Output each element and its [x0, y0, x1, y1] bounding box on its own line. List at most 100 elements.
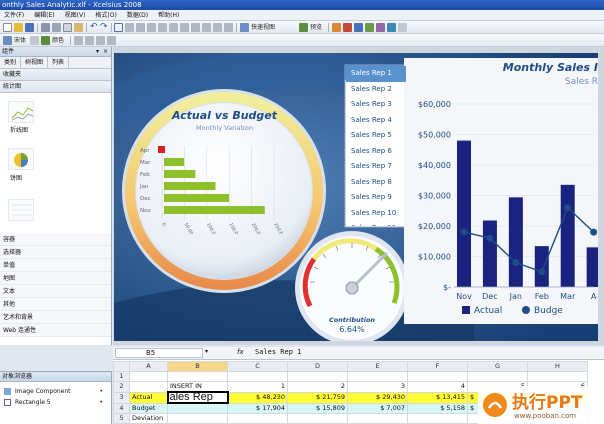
menu-file[interactable]: 文件(F)	[0, 10, 30, 21]
sales-rep-item[interactable]: Sales Rep 1	[346, 66, 406, 82]
quick-view-button[interactable]: 快速视图	[251, 22, 275, 33]
sales-rep-item[interactable]: Sales Rep 6	[346, 144, 406, 160]
cell[interactable]	[467, 371, 528, 382]
column-header[interactable]: E	[347, 361, 408, 372]
corner-cell[interactable]	[113, 361, 130, 372]
cell[interactable]	[407, 371, 468, 382]
column-header[interactable]: C	[227, 361, 288, 372]
redo-icon[interactable]: ↷	[100, 23, 109, 32]
sales-rep-item[interactable]: Sales Rep 3	[346, 97, 406, 113]
align-bottom-icon[interactable]	[180, 23, 189, 32]
pie-chart-thumbnail[interactable]	[8, 148, 34, 170]
column-header[interactable]: F	[407, 361, 468, 372]
copy-icon[interactable]	[63, 23, 72, 32]
cell[interactable]	[347, 371, 408, 382]
category-art-background[interactable]: 艺术和背景	[0, 311, 111, 324]
column-chart-thumbnail[interactable]	[8, 199, 34, 221]
align-middle-icon[interactable]	[169, 23, 178, 32]
cell[interactable]: $ 5,158	[407, 402, 468, 414]
sales-rep-item[interactable]: Sales Rep 7	[346, 159, 406, 175]
sales-rep-list[interactable]: Sales Rep 1 Sales Rep 2 Sales Rep 3 Sales R…	[346, 66, 406, 226]
export-excel-icon[interactable]	[365, 23, 374, 32]
object-item[interactable]: Image Component •	[0, 386, 111, 397]
cell[interactable]: Budget	[129, 402, 168, 414]
cell[interactable]: Deviation	[129, 412, 168, 424]
align-left-icon[interactable]	[125, 23, 134, 32]
new-icon[interactable]	[3, 23, 12, 32]
tab-list[interactable]: 列表	[48, 57, 70, 69]
distribute-icon[interactable]	[191, 23, 200, 32]
align-center-icon[interactable]	[136, 23, 145, 32]
column-header[interactable]: G	[467, 361, 528, 372]
menu-data[interactable]: 数据(D)	[123, 10, 154, 21]
visibility-icon[interactable]: •	[99, 397, 103, 408]
column-header[interactable]: B	[167, 361, 228, 372]
cell[interactable]	[287, 412, 348, 424]
save-icon[interactable]	[25, 23, 34, 32]
same-width-icon[interactable]	[202, 23, 211, 32]
cell[interactable]	[167, 402, 228, 414]
quick-view-icon[interactable]	[240, 23, 249, 32]
column-header[interactable]: D	[287, 361, 348, 372]
sales-rep-item[interactable]: Sales Rep 4	[346, 113, 406, 129]
cell[interactable]: $ 17,904	[227, 402, 288, 414]
pin-icon[interactable]: ▾	[96, 47, 99, 57]
format-label[interactable]: 颜色	[52, 35, 64, 46]
sales-rep-item[interactable]: Sales Rep 10	[346, 206, 406, 222]
active-cell-editor[interactable]: ales Rep	[166, 391, 229, 404]
tab-category[interactable]: 类别	[0, 57, 22, 69]
pointer-icon[interactable]	[114, 23, 123, 32]
row-header[interactable]: 4	[113, 402, 130, 414]
preview-icon[interactable]	[299, 23, 308, 32]
cell[interactable]: 1	[227, 381, 288, 393]
function-icon[interactable]: fx	[237, 348, 244, 356]
cell[interactable]	[407, 412, 468, 424]
cell[interactable]: $ 29,430	[347, 391, 408, 404]
undo-icon[interactable]: ↶	[90, 23, 99, 32]
row-header[interactable]: 1	[113, 371, 130, 382]
cell[interactable]	[167, 371, 228, 382]
export-flash-icon[interactable]	[376, 23, 385, 32]
category-selectors[interactable]: 选择器	[0, 246, 111, 259]
cell[interactable]: $ 21,759	[287, 391, 348, 404]
line-chart-thumbnail[interactable]	[8, 101, 34, 123]
cell[interactable]	[227, 412, 288, 424]
cell[interactable]	[167, 412, 228, 424]
cell[interactable]	[287, 371, 348, 382]
export-word-icon[interactable]	[387, 23, 396, 32]
cell[interactable]	[129, 381, 168, 393]
cell[interactable]: $ 13,415	[407, 391, 468, 404]
sales-rep-item[interactable]: Sales Rep 5	[346, 128, 406, 144]
menu-edit[interactable]: 编辑(E)	[30, 10, 60, 21]
row-header[interactable]: 3	[113, 391, 130, 404]
row-header[interactable]: 2	[113, 381, 130, 393]
export-ppt-icon[interactable]	[332, 23, 341, 32]
visibility-icon[interactable]: •	[99, 386, 103, 397]
cell[interactable]: 2	[287, 381, 348, 393]
align-right-icon[interactable]	[147, 23, 156, 32]
cut-icon[interactable]	[52, 23, 61, 32]
close-icon[interactable]: ×	[103, 47, 108, 57]
tab-tree[interactable]: 树视图	[21, 57, 49, 69]
menu-help[interactable]: 帮助(H)	[154, 10, 185, 21]
export-html-icon[interactable]	[354, 23, 363, 32]
name-box[interactable]: B5	[115, 348, 203, 358]
paste-icon[interactable]	[74, 23, 83, 32]
sales-rep-item[interactable]: Sales Rep 8	[346, 175, 406, 191]
cell[interactable]: $ 48,230	[227, 391, 288, 404]
formula-input[interactable]: Sales Rep 1	[255, 348, 301, 356]
cell[interactable]	[527, 371, 588, 382]
print-icon[interactable]	[41, 23, 50, 32]
send-back-icon[interactable]	[107, 36, 116, 45]
cell[interactable]: INSERT IN	[167, 381, 228, 393]
sales-rep-item[interactable]: Sales Rep 9	[346, 190, 406, 206]
category-containers[interactable]: 容器	[0, 233, 111, 246]
cell[interactable]: Actual	[129, 391, 168, 404]
cell[interactable]: 3	[347, 381, 408, 393]
category-single-value[interactable]: 单值	[0, 259, 111, 272]
category-maps[interactable]: 地图	[0, 272, 111, 285]
cell[interactable]	[347, 412, 408, 424]
cell[interactable]	[129, 371, 168, 382]
theme-icon[interactable]	[3, 36, 12, 45]
preview-button[interactable]: 预览	[310, 22, 322, 33]
